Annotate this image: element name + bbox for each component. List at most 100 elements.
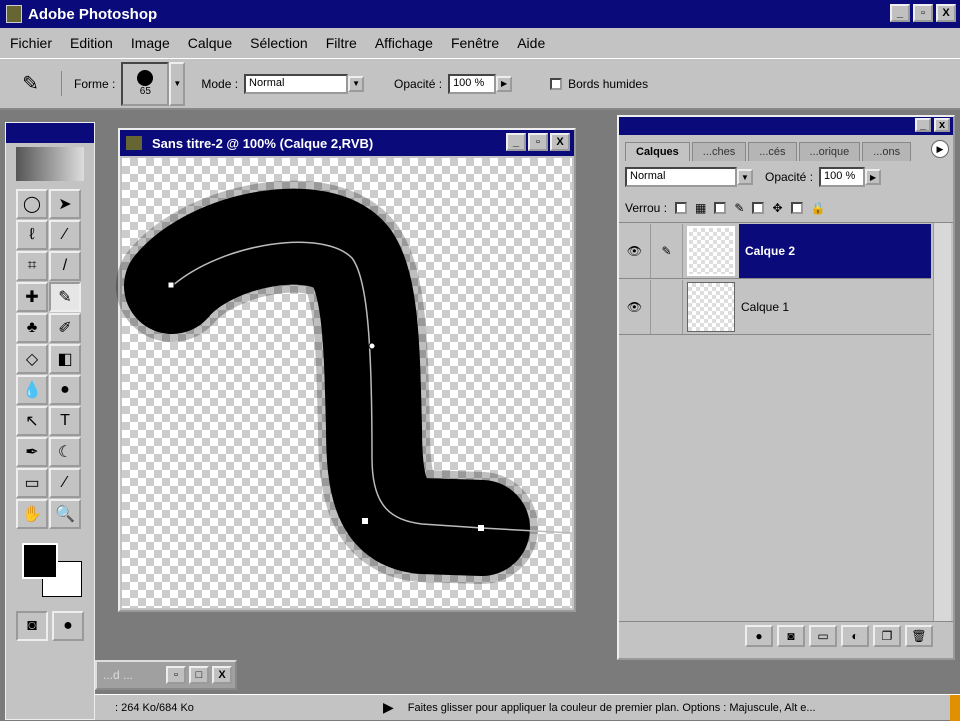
toolbox-header[interactable] (6, 123, 94, 143)
type-tool-icon[interactable]: T (49, 406, 81, 436)
layer-opacity-arrow[interactable]: ▶ (865, 169, 882, 185)
eraser-tool-icon[interactable]: ◇ (16, 344, 48, 374)
adobe-logo (16, 147, 84, 181)
palette-minimize-button[interactable]: _ (915, 118, 931, 132)
layer-thumbnail (687, 225, 735, 276)
menu-edition[interactable]: Edition (70, 35, 113, 51)
visibility-eye-icon[interactable]: 👁 (619, 223, 651, 278)
brush-tool-icon[interactable]: ✎ (0, 71, 62, 96)
menu-selection[interactable]: Sélection (250, 35, 308, 51)
doc-maximize-button[interactable]: ▫ (528, 133, 548, 151)
wet-edges-label: Bords humides (568, 76, 649, 91)
blend-mode-dropdown-arrow[interactable]: ▼ (737, 169, 753, 185)
marquee-tool-icon[interactable]: ◯ (16, 189, 48, 219)
layer-opacity-input[interactable]: 100 % (819, 167, 866, 187)
lock-label: Verrou : (625, 200, 668, 215)
new-layer-icon[interactable]: ❐ (873, 625, 901, 647)
layer-name[interactable]: Calque 2 (739, 223, 931, 278)
minimize-button[interactable]: _ (890, 4, 910, 22)
dodge-tool-icon[interactable]: ● (49, 375, 81, 405)
menu-aide[interactable]: Aide (517, 35, 545, 51)
layers-palette: _ x Calques ...ches ...cés ...orique ...… (617, 115, 955, 660)
minimized-window[interactable]: ...d ... ▫ □ X (95, 660, 237, 690)
trash-icon[interactable]: 🗑 (905, 625, 933, 647)
quick-mask-mode-icon[interactable]: ● (52, 611, 84, 641)
history-brush-tool-icon[interactable]: ✐ (49, 313, 81, 343)
menu-image[interactable]: Image (131, 35, 170, 51)
layers-palette-header[interactable]: _ x (619, 117, 953, 135)
palette-close-button[interactable]: x (934, 118, 950, 132)
hand-tool-icon[interactable]: ✋ (16, 499, 48, 529)
status-menu-arrow-icon[interactable]: ▶ (383, 699, 394, 716)
shape-tool-icon[interactable]: ☾ (49, 437, 81, 467)
menu-calque[interactable]: Calque (188, 35, 232, 51)
new-set-folder-icon[interactable]: ▭ (809, 625, 837, 647)
lasso-tool-icon[interactable]: ℓ (16, 220, 48, 250)
mode-select[interactable]: Normal (244, 73, 349, 94)
blur-tool-icon[interactable]: 💧 (16, 375, 48, 405)
standard-mode-icon[interactable]: ◙ (16, 611, 48, 641)
menu-affichage[interactable]: Affichage (375, 35, 433, 51)
mini-close-button[interactable]: X (212, 666, 232, 684)
notes-tool-icon[interactable]: ▭ (16, 468, 48, 498)
menu-fenetre[interactable]: Fenêtre (451, 35, 499, 51)
mode-dropdown-arrow[interactable]: ▼ (348, 75, 365, 92)
tab-historique[interactable]: ...orique (798, 142, 861, 161)
mini-restore-button[interactable]: ▫ (166, 666, 186, 684)
wet-edges-checkbox[interactable] (550, 77, 563, 90)
layer-name[interactable]: Calque 1 (739, 300, 931, 314)
zoom-tool-icon[interactable]: 🔍 (49, 499, 81, 529)
opacity-label: Opacité : (394, 76, 443, 91)
tab-calques[interactable]: Calques (625, 142, 690, 161)
brush-dropdown-arrow[interactable]: ▼ (169, 61, 186, 106)
mode-label: Mode : (201, 76, 239, 91)
pen-tool-icon[interactable]: ✒ (16, 437, 48, 467)
lock-image-checkbox[interactable] (714, 201, 727, 214)
visibility-eye-icon[interactable]: 👁 (619, 279, 651, 334)
magic-wand-tool-icon[interactable]: ⁄ (49, 220, 81, 250)
brush-preset-picker[interactable]: 65 (121, 61, 170, 106)
layer-mask-icon[interactable]: ◙ (777, 625, 805, 647)
link-cell[interactable] (651, 279, 683, 334)
lock-transparency-checkbox[interactable] (675, 201, 688, 214)
menu-filtre[interactable]: Filtre (326, 35, 357, 51)
menu-fichier[interactable]: Fichier (10, 35, 52, 51)
stamp-tool-icon[interactable]: ♣ (16, 313, 48, 343)
path-selection-tool-icon[interactable]: ↖ (16, 406, 48, 436)
layer-row-calque-2[interactable]: 👁 ✎ Calque 2 (619, 223, 931, 279)
gradient-tool-icon[interactable]: ◧ (49, 344, 81, 374)
opacity-input[interactable]: 100 % (448, 73, 497, 94)
layer-thumbnail (687, 281, 735, 332)
toolbox: ◯ ➤ ℓ ⁄ ⌗ / ✚ ✎ ♣ ✐ ◇ ◧ 💧 ● ↖ T ✒ ☾ ▭ ⁄ … (5, 122, 95, 720)
blend-mode-select[interactable]: Normal (625, 167, 737, 187)
document-size: : 264 Ko/684 Ko (115, 701, 194, 714)
doc-close-button[interactable]: X (550, 133, 570, 151)
lock-all-checkbox[interactable] (790, 201, 803, 214)
photoshop-icon (6, 5, 22, 23)
foreground-color-swatch[interactable] (22, 543, 58, 579)
opacity-slider-arrow[interactable]: ▶ (496, 75, 513, 92)
image-canvas[interactable] (116, 158, 573, 608)
eyedropper-tool-icon[interactable]: ⁄ (49, 468, 81, 498)
palette-menu-arrow-icon[interactable]: ▶ (931, 140, 949, 158)
tab-traces[interactable]: ...cés (748, 142, 797, 161)
paint-brush-icon[interactable]: ✎ (651, 223, 683, 278)
layers-scrollbar[interactable] (933, 223, 951, 621)
close-button[interactable]: X (936, 4, 956, 22)
move-tool-icon[interactable]: ➤ (49, 189, 81, 219)
forme-label: Forme : (74, 76, 116, 91)
healing-brush-tool-icon[interactable]: ✚ (16, 282, 48, 312)
brush-lock-icon: ✎ (734, 200, 745, 215)
tab-couches[interactable]: ...ches (691, 142, 747, 161)
layer-style-icon[interactable]: ● (745, 625, 773, 647)
doc-minimize-button[interactable]: _ (506, 133, 526, 151)
lock-position-checkbox[interactable] (752, 201, 765, 214)
mini-maximize-button[interactable]: □ (189, 666, 209, 684)
brush-tool-icon[interactable]: ✎ (49, 282, 81, 312)
slice-tool-icon[interactable]: / (49, 251, 81, 281)
tab-actions[interactable]: ...ons (862, 142, 912, 161)
adjustment-layer-icon[interactable]: ◐ (841, 625, 869, 647)
layer-row-calque-1[interactable]: 👁 Calque 1 (619, 279, 931, 335)
restore-button[interactable]: ▫ (913, 4, 933, 22)
crop-tool-icon[interactable]: ⌗ (16, 251, 48, 281)
